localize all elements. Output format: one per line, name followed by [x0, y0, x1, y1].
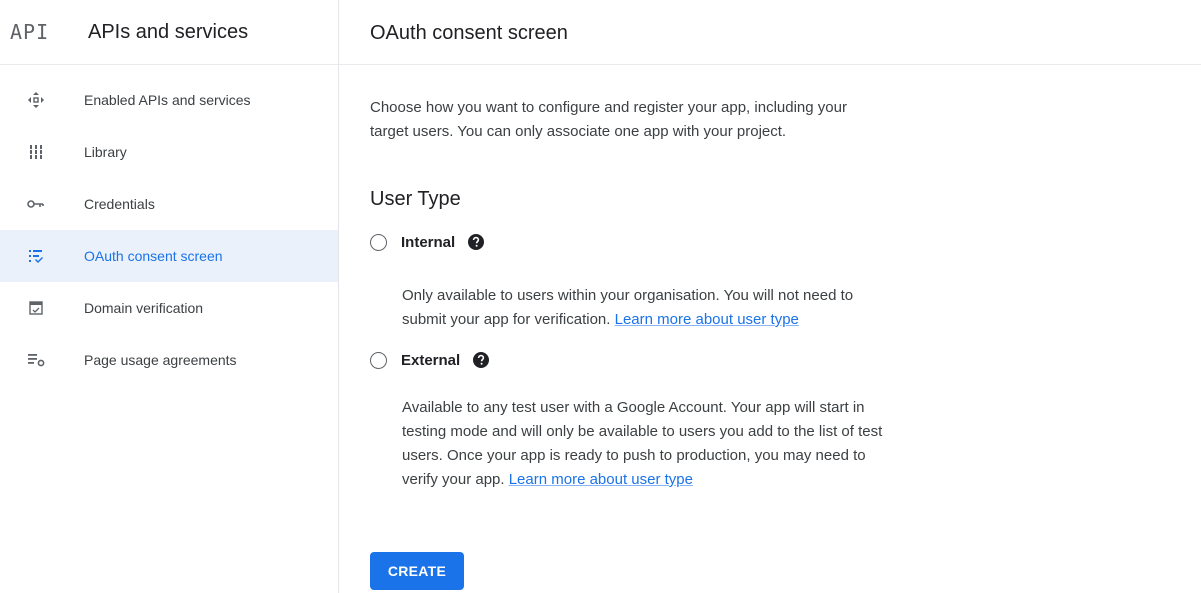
description-line: Only available to users within your orga…	[402, 287, 854, 304]
external-description: Available to any test user with a Google…	[402, 396, 1042, 492]
sidebar-header: API APIs and services	[10, 14, 248, 50]
sidebar-item-label: Page usage agreements	[84, 352, 237, 368]
sidebar-item-enabled-apis[interactable]: Enabled APIs and services	[0, 74, 338, 126]
sidebar: API APIs and services Enabled APIs and s…	[0, 0, 339, 593]
description-line: verify your app. Learn more about user t…	[402, 468, 1042, 492]
sidebar-item-label: Credentials	[84, 196, 155, 212]
sidebar-divider	[0, 64, 338, 65]
description-line: submit your app for verification. Learn …	[402, 308, 1042, 332]
internal-radio[interactable]	[370, 233, 387, 251]
sidebar-item-library[interactable]: Library	[0, 126, 338, 178]
settings-list-icon	[26, 350, 46, 370]
sidebar-item-credentials[interactable]: Credentials	[0, 178, 338, 230]
api-logo: API	[10, 20, 50, 44]
external-label: External	[401, 351, 461, 369]
external-radio[interactable]	[370, 351, 387, 369]
description-line: Available to any test user with a Google…	[402, 399, 865, 416]
sidebar-nav: Enabled APIs and services Library Creden…	[0, 74, 338, 386]
user-type-heading: User Type	[370, 188, 461, 210]
internal-description: Only available to users within your orga…	[402, 284, 1042, 332]
description-text: verify your app.	[402, 471, 505, 488]
sidebar-item-label: OAuth consent screen	[84, 248, 223, 264]
internal-option[interactable]: Internal	[370, 233, 485, 251]
sidebar-item-domain-verification[interactable]: Domain verification	[0, 282, 338, 334]
library-icon	[26, 142, 46, 162]
page-title: OAuth consent screen	[370, 22, 568, 44]
intro-text: Choose how you want to configure and reg…	[370, 96, 1010, 144]
description-line: testing mode and will only be available …	[402, 423, 883, 440]
description-line: users. Once your app is ready to push to…	[402, 447, 866, 464]
sidebar-title: APIs and services	[88, 20, 249, 43]
internal-label: Internal	[401, 233, 456, 251]
enabled-apis-icon	[26, 90, 46, 110]
sidebar-item-oauth-consent-screen[interactable]: OAuth consent screen	[0, 230, 338, 282]
key-icon	[26, 194, 46, 214]
help-icon[interactable]	[467, 233, 485, 251]
domain-verification-icon	[26, 298, 46, 318]
intro-line: Choose how you want to configure and reg…	[370, 99, 847, 116]
intro-line: target users. You can only associate one…	[370, 123, 787, 140]
external-option[interactable]: External	[370, 351, 490, 369]
sidebar-item-label: Domain verification	[84, 300, 204, 316]
sidebar-item-label: Enabled APIs and services	[84, 92, 251, 108]
sidebar-item-page-usage-agreements[interactable]: Page usage agreements	[0, 334, 338, 386]
consent-screen-icon	[26, 246, 46, 266]
sidebar-item-label: Library	[84, 144, 127, 160]
learn-more-link[interactable]: Learn more about user type	[615, 311, 799, 328]
create-button[interactable]: CREATE	[370, 552, 464, 590]
page-header: OAuth consent screen	[339, 0, 1201, 65]
help-icon[interactable]	[472, 351, 490, 369]
description-text: submit your app for verification.	[402, 311, 611, 328]
learn-more-link[interactable]: Learn more about user type	[509, 471, 693, 488]
